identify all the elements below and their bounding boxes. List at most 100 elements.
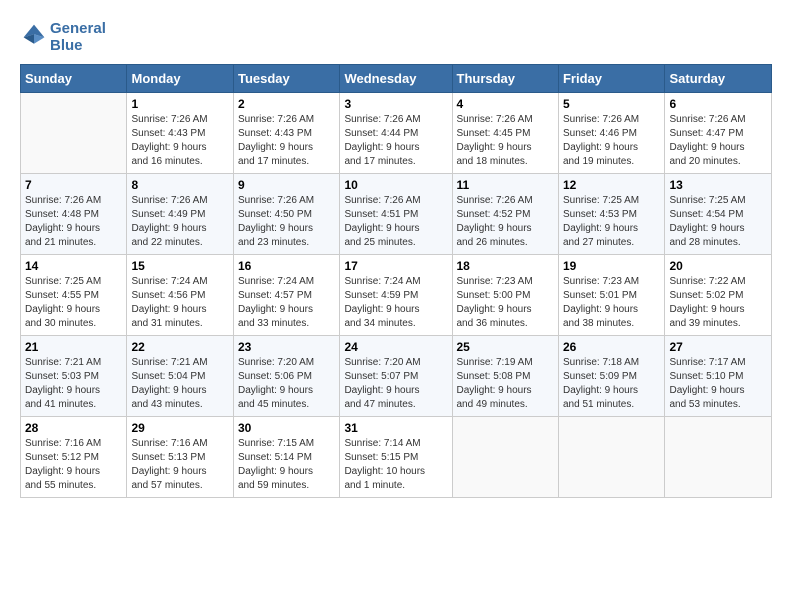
- day-number: 3: [344, 97, 447, 111]
- day-info: Sunrise: 7:26 AMSunset: 4:48 PMDaylight:…: [25, 194, 122, 250]
- calendar-cell: [558, 417, 664, 498]
- day-number: 25: [457, 340, 554, 354]
- calendar-cell: 29Sunrise: 7:16 AMSunset: 5:13 PMDayligh…: [127, 417, 233, 498]
- day-info: Sunrise: 7:24 AMSunset: 4:57 PMDaylight:…: [238, 275, 335, 331]
- day-info: Sunrise: 7:25 AMSunset: 4:53 PMDaylight:…: [563, 194, 660, 250]
- calendar-cell: 1Sunrise: 7:26 AMSunset: 4:43 PMDaylight…: [127, 93, 233, 174]
- logo: General Blue: [20, 20, 106, 54]
- weekday-header-row: SundayMondayTuesdayWednesdayThursdayFrid…: [21, 65, 772, 93]
- calendar-week-3: 21Sunrise: 7:21 AMSunset: 5:03 PMDayligh…: [21, 336, 772, 417]
- calendar-cell: 15 Sunrise: 7:24 AMSunset: 4:56 PMDayligh…: [127, 255, 233, 336]
- page-header: General Blue: [20, 20, 772, 54]
- day-number: 21: [25, 340, 122, 354]
- day-number: 14: [25, 259, 122, 273]
- day-number: 9: [238, 178, 335, 192]
- day-number: 18: [457, 259, 554, 273]
- calendar-week-0: 1 Sunrise: 7:26 AMSunset: 4:43 PMDaylight…: [21, 93, 772, 174]
- calendar-cell: 5 Sunrise: 7:26 AMSunset: 4:46 PMDaylight…: [558, 93, 664, 174]
- day-info: Sunrise: 7:26 AMSunset: 4:52 PMDaylight:…: [457, 194, 554, 250]
- day-info: Sunrise: 7:24 AMSunset: 4:56 PMDaylight:…: [131, 275, 228, 331]
- logo-line1: General: [50, 20, 106, 37]
- weekday-header-monday: Monday: [127, 65, 233, 93]
- day-info: Sunrise: 7:23 AMSunset: 5:01 PMDaylight:…: [563, 275, 660, 331]
- calendar-cell: 3 Sunrise: 7:26 AMSunset: 4:44 PMDaylight…: [340, 93, 452, 174]
- weekday-header-thursday: Thursday: [452, 65, 558, 93]
- day-info: Sunrise: 7:26 AMSunset: 4:45 PMDaylight:…: [457, 113, 554, 169]
- day-number: 20: [669, 259, 767, 273]
- calendar-cell: 24 Sunrise: 7:20 AMSunset: 5:07 PMDayligh…: [340, 336, 452, 417]
- day-number: 5: [563, 97, 660, 111]
- day-info: Sunrise: 7:18 AMSunset: 5:09 PMDaylight:…: [563, 356, 660, 412]
- calendar-cell: 4 Sunrise: 7:26 AMSunset: 4:45 PMDaylight…: [452, 93, 558, 174]
- day-number: 10: [344, 178, 447, 192]
- calendar-cell: 18 Sunrise: 7:23 AMSunset: 5:00 PMDayligh…: [452, 255, 558, 336]
- day-info: Sunrise: 7:26 AMSunset: 4:43 PMDaylight:…: [238, 113, 335, 169]
- day-number: 7: [25, 178, 122, 192]
- calendar-week-4: 28 Sunrise: 7:16 AMSunset: 5:12 PMDayligh…: [21, 417, 772, 498]
- calendar-table: SundayMondayTuesdayWednesdayThursdayFrid…: [20, 64, 772, 498]
- calendar-cell: [452, 417, 558, 498]
- calendar-cell: [21, 93, 127, 174]
- calendar-cell: 20 Sunrise: 7:22 AMSunset: 5:02 PMDayligh…: [665, 255, 772, 336]
- calendar-cell: 17 Sunrise: 7:24 AMSunset: 4:59 PMDayligh…: [340, 255, 452, 336]
- day-number: 26: [563, 340, 660, 354]
- calendar-cell: 10 Sunrise: 7:26 AMSunset: 4:51 PMDayligh…: [340, 174, 452, 255]
- day-info: Sunrise: 7:20 AMSunset: 5:06 PMDaylight:…: [238, 356, 335, 412]
- day-number: 19: [563, 259, 660, 273]
- day-number: 4: [457, 97, 554, 111]
- logo-icon: [22, 23, 46, 47]
- day-number: 13: [669, 178, 767, 192]
- day-info: Sunrise: 7:23 AMSunset: 5:00 PMDaylight:…: [457, 275, 554, 331]
- day-number: 27: [669, 340, 767, 354]
- day-info: Sunrise: 7:17 AMSunset: 5:10 PMDaylight:…: [669, 356, 767, 412]
- day-info: Sunrise: 7:22 AMSunset: 5:02 PMDaylight:…: [669, 275, 767, 331]
- calendar-cell: 22Sunrise: 7:21 AMSunset: 5:04 PMDayligh…: [127, 336, 233, 417]
- calendar-cell: 27 Sunrise: 7:17 AMSunset: 5:10 PMDayligh…: [665, 336, 772, 417]
- calendar-cell: 26 Sunrise: 7:18 AMSunset: 5:09 PMDayligh…: [558, 336, 664, 417]
- calendar-cell: [665, 417, 772, 498]
- weekday-header-tuesday: Tuesday: [233, 65, 339, 93]
- day-info: Sunrise: 7:26 AMSunset: 4:50 PMDaylight:…: [238, 194, 335, 250]
- day-number: 12: [563, 178, 660, 192]
- day-info: Sunrise: 7:16 AMSunset: 5:12 PMDaylight:…: [25, 437, 122, 493]
- day-number: 30: [238, 421, 335, 435]
- day-number: 28: [25, 421, 122, 435]
- day-info: Sunrise: 7:21 AMSunset: 5:04 PMDaylight:…: [131, 356, 228, 412]
- day-number: 6: [669, 97, 767, 111]
- calendar-cell: 8Sunrise: 7:26 AMSunset: 4:49 PMDaylight…: [127, 174, 233, 255]
- day-info: Sunrise: 7:20 AMSunset: 5:07 PMDaylight:…: [344, 356, 447, 412]
- day-number: 16: [238, 259, 335, 273]
- calendar-cell: 28 Sunrise: 7:16 AMSunset: 5:12 PMDayligh…: [21, 417, 127, 498]
- calendar-cell: 7 Sunrise: 7:26 AMSunset: 4:48 PMDaylight…: [21, 174, 127, 255]
- calendar-cell: 16 Sunrise: 7:24 AMSunset: 4:57 PMDayligh…: [233, 255, 339, 336]
- calendar-cell: 6Sunrise: 7:26 AMSunset: 4:47 PMDaylight…: [665, 93, 772, 174]
- day-number: 8: [131, 178, 228, 192]
- weekday-header-saturday: Saturday: [665, 65, 772, 93]
- day-number: 1: [131, 97, 228, 111]
- calendar-cell: 19 Sunrise: 7:23 AMSunset: 5:01 PMDayligh…: [558, 255, 664, 336]
- day-info: Sunrise: 7:26 AMSunset: 4:51 PMDaylight:…: [344, 194, 447, 250]
- day-info: Sunrise: 7:16 AMSunset: 5:13 PMDaylight:…: [131, 437, 228, 493]
- day-info: Sunrise: 7:26 AMSunset: 4:46 PMDaylight:…: [563, 113, 660, 169]
- calendar-cell: 13Sunrise: 7:25 AMSunset: 4:54 PMDayligh…: [665, 174, 772, 255]
- calendar-cell: 11Sunrise: 7:26 AMSunset: 4:52 PMDayligh…: [452, 174, 558, 255]
- day-number: 15: [131, 259, 228, 273]
- day-info: Sunrise: 7:15 AMSunset: 5:14 PMDaylight:…: [238, 437, 335, 493]
- weekday-header-sunday: Sunday: [21, 65, 127, 93]
- calendar-cell: 12 Sunrise: 7:25 AMSunset: 4:53 PMDayligh…: [558, 174, 664, 255]
- weekday-header-wednesday: Wednesday: [340, 65, 452, 93]
- day-info: Sunrise: 7:24 AMSunset: 4:59 PMDaylight:…: [344, 275, 447, 331]
- weekday-header-friday: Friday: [558, 65, 664, 93]
- day-info: Sunrise: 7:26 AMSunset: 4:44 PMDaylight:…: [344, 113, 447, 169]
- day-number: 2: [238, 97, 335, 111]
- day-info: Sunrise: 7:19 AMSunset: 5:08 PMDaylight:…: [457, 356, 554, 412]
- day-info: Sunrise: 7:25 AMSunset: 4:55 PMDaylight:…: [25, 275, 122, 331]
- day-number: 23: [238, 340, 335, 354]
- calendar-cell: 9 Sunrise: 7:26 AMSunset: 4:50 PMDaylight…: [233, 174, 339, 255]
- day-number: 24: [344, 340, 447, 354]
- day-number: 17: [344, 259, 447, 273]
- calendar-body: 1 Sunrise: 7:26 AMSunset: 4:43 PMDaylight…: [21, 93, 772, 498]
- calendar-cell: 2 Sunrise: 7:26 AMSunset: 4:43 PMDaylight…: [233, 93, 339, 174]
- calendar-cell: 23 Sunrise: 7:20 AMSunset: 5:06 PMDayligh…: [233, 336, 339, 417]
- day-number: 31: [344, 421, 447, 435]
